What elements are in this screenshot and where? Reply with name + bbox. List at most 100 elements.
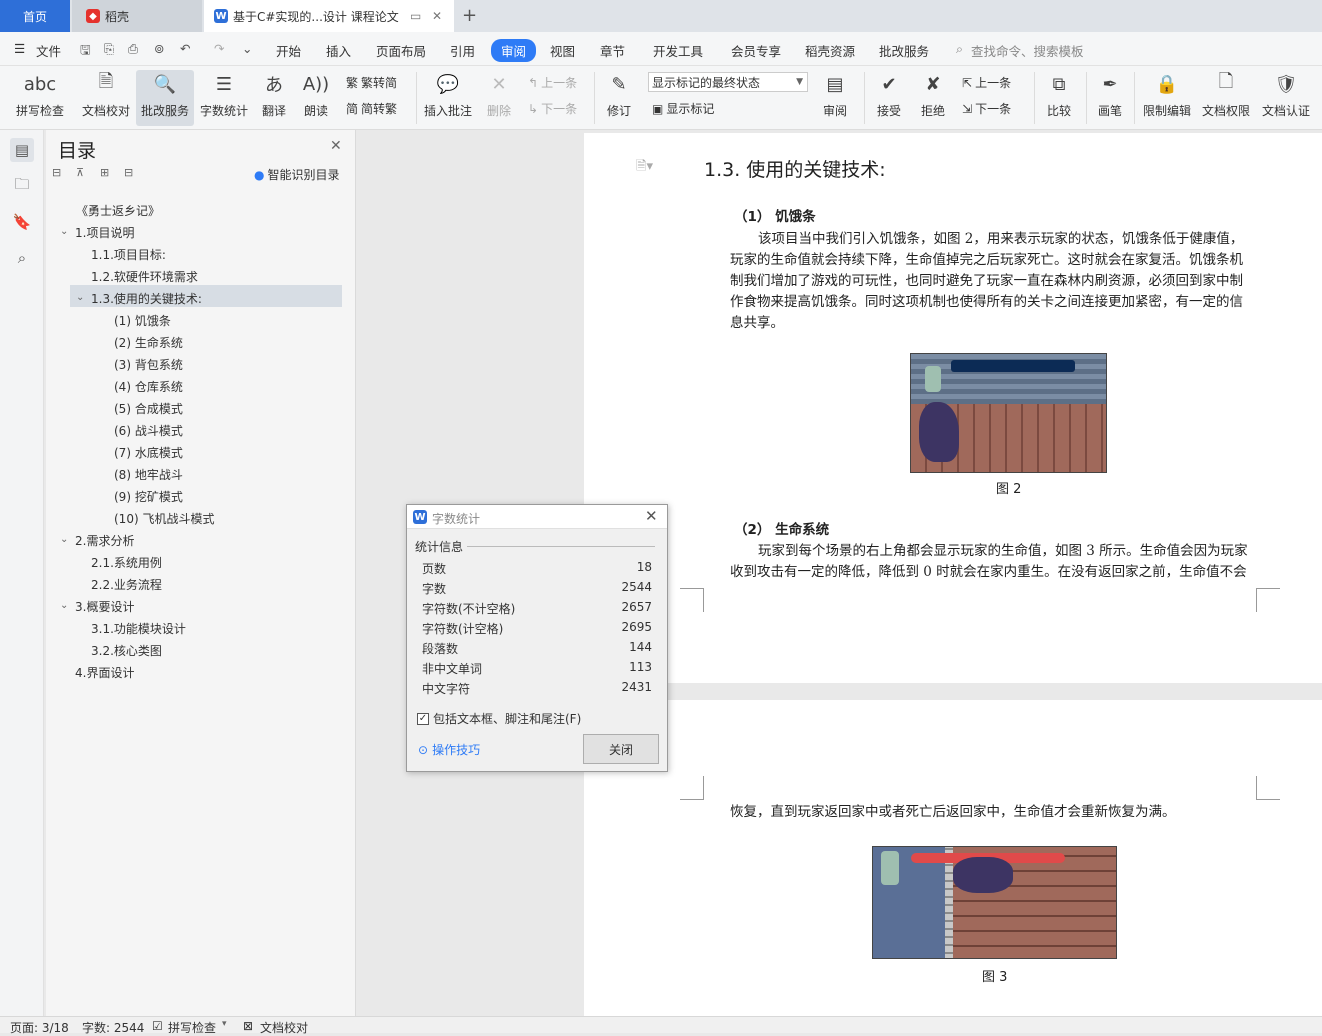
markup-state-select[interactable]: 显示标记的最终状态 ▼ bbox=[648, 72, 808, 92]
chevron-down-icon[interactable]: ▾ bbox=[222, 1019, 227, 1029]
menu-insert[interactable]: 插入 bbox=[326, 41, 351, 60]
tab-home[interactable]: 首页 bbox=[0, 0, 70, 32]
outline-item[interactable]: (1) 饥饿条 bbox=[114, 312, 171, 329]
chevron-down-icon[interactable]: ⌄ bbox=[60, 600, 68, 611]
spell-check-button[interactable]: abc 拼写检查 bbox=[8, 70, 72, 126]
smart-toc-button[interactable]: ● 智能识别目录 bbox=[254, 166, 340, 183]
print-icon[interactable]: ⎙ bbox=[128, 41, 138, 57]
prev-change-button[interactable]: ⇱ 上一条 bbox=[962, 74, 1011, 91]
close-panel-icon[interactable]: ✕ bbox=[330, 138, 342, 154]
restrict-editing-button[interactable]: 🔒 限制编辑 bbox=[1140, 70, 1194, 126]
compare-button[interactable]: ⧉ 比较 bbox=[1040, 70, 1078, 126]
outline-item[interactable]: 3.1.功能模块设计 bbox=[91, 620, 186, 637]
outline-item[interactable]: 2.1.系统用例 bbox=[91, 554, 162, 571]
expand-icon[interactable]: ⊞ bbox=[100, 166, 109, 179]
save-icon[interactable]: 🖫 bbox=[80, 41, 91, 62]
tab-daoke[interactable]: ◆ 稻壳 bbox=[72, 0, 202, 32]
customize-toolbar-icon[interactable]: ⌄ bbox=[242, 41, 252, 56]
word-count-indicator[interactable]: 字数: 2544 bbox=[82, 1019, 144, 1036]
menu-review[interactable]: 审阅 bbox=[491, 39, 537, 62]
outline-item[interactable]: (3) 背包系统 bbox=[114, 356, 183, 373]
tips-link[interactable]: ⊙ 操作技巧 bbox=[418, 741, 480, 758]
document-page[interactable]: 恢复，直到玩家返回家中或者死亡后返回家中，生命值才会重新恢复为满。 图 3 bbox=[584, 700, 1322, 1016]
proofread-status-icon[interactable]: ⊠ bbox=[243, 1019, 253, 1033]
proofread-status[interactable]: 文档校对 bbox=[260, 1019, 308, 1036]
outline-item[interactable]: 1.项目说明 bbox=[75, 224, 134, 241]
close-icon[interactable]: ✕ bbox=[645, 507, 658, 525]
paragraph-menu-icon[interactable]: 🗎▾ bbox=[636, 157, 653, 179]
menu-reference[interactable]: 引用 bbox=[450, 41, 475, 60]
close-button[interactable]: 关闭 bbox=[583, 734, 659, 764]
chapter-nav-icon[interactable]: 🗀 bbox=[10, 174, 34, 198]
outline-item[interactable]: 2.需求分析 bbox=[75, 532, 134, 549]
outline-item[interactable]: (2) 生命系统 bbox=[114, 334, 183, 351]
outline-item[interactable]: (4) 仓库系统 bbox=[114, 378, 183, 395]
bookmark-icon[interactable]: 🔖 bbox=[10, 210, 34, 234]
read-aloud-button[interactable]: A)) 朗读 bbox=[298, 70, 334, 126]
redo-icon[interactable]: ↷ bbox=[214, 41, 224, 56]
spell-check-status-icon[interactable]: ☑ bbox=[152, 1019, 163, 1033]
prev-comment-button[interactable]: ↰ 上一条 bbox=[528, 74, 577, 91]
outline-item[interactable]: (6) 战斗模式 bbox=[114, 422, 183, 439]
close-tab-icon[interactable]: ✕ bbox=[432, 9, 442, 23]
menu-dev-tools[interactable]: 开发工具 bbox=[653, 41, 703, 60]
menu-file[interactable]: 文件 bbox=[36, 41, 61, 60]
outline-item[interactable]: 3.概要设计 bbox=[75, 598, 134, 615]
new-tab-icon[interactable]: + bbox=[462, 5, 477, 26]
accept-button[interactable]: ✔ 接受 bbox=[870, 70, 908, 126]
next-change-button[interactable]: ⇲ 下一条 bbox=[962, 100, 1011, 117]
undo-icon[interactable]: ↶ bbox=[180, 41, 190, 56]
search-nav-icon[interactable]: ⌕ bbox=[10, 246, 34, 270]
correction-service-button[interactable]: 🔍 批改服务 bbox=[136, 70, 194, 126]
doc-permission-button[interactable]: 🗋 文档权限 bbox=[1198, 70, 1254, 126]
chevron-down-icon[interactable]: ⌄ bbox=[76, 292, 84, 303]
outline-nav-icon[interactable]: ▤ bbox=[10, 138, 34, 162]
reject-button[interactable]: ✘ 拒绝 bbox=[914, 70, 952, 126]
outline-item[interactable]: 1.2.软硬件环境需求 bbox=[91, 268, 198, 285]
menu-correction[interactable]: 批改服务 bbox=[879, 41, 929, 60]
tab-document[interactable]: W 基于C#实现的...设计 课程论文 ▭ ✕ bbox=[204, 0, 454, 32]
menu-page-layout[interactable]: 页面布局 bbox=[376, 41, 426, 60]
chevron-down-icon[interactable]: ⌄ bbox=[60, 534, 68, 545]
outline-item[interactable]: 4.界面设计 bbox=[75, 664, 134, 681]
spell-check-status[interactable]: 拼写检查 bbox=[168, 1019, 216, 1036]
dialog-titlebar[interactable]: W 字数统计 ✕ bbox=[407, 505, 667, 529]
menu-view[interactable]: 视图 bbox=[550, 41, 575, 60]
page-indicator[interactable]: 页面: 3/18 bbox=[10, 1019, 69, 1036]
menu-daoke-resources[interactable]: 稻壳资源 bbox=[805, 41, 855, 60]
command-search-input[interactable]: 查找命令、搜索模板 bbox=[971, 41, 1084, 60]
outline-item[interactable]: 2.2.业务流程 bbox=[91, 576, 162, 593]
doc-certify-button[interactable]: 🛡 文档认证 bbox=[1258, 70, 1314, 126]
chevron-down-icon[interactable]: ⌄ bbox=[60, 226, 68, 237]
next-comment-button[interactable]: ↳ 下一条 bbox=[528, 100, 577, 117]
outline-item[interactable]: 3.2.核心类图 bbox=[91, 642, 162, 659]
document-page[interactable]: 🗎▾ 1.3. 使用的关键技术: （1） 饥饿条 该项目当中我们引入饥饿条，如图… bbox=[584, 133, 1322, 683]
outline-item[interactable]: 《勇士返乡记》 bbox=[76, 202, 160, 219]
move-up-icon[interactable]: ⊼ bbox=[76, 166, 84, 179]
outline-item[interactable]: (5) 合成模式 bbox=[114, 400, 183, 417]
insert-comment-button[interactable]: 💬 插入批注 bbox=[422, 70, 474, 126]
simp-to-trad-button[interactable]: 简简转繁 bbox=[346, 100, 397, 117]
translate-button[interactable]: あ翻译 bbox=[254, 70, 294, 126]
menu-member[interactable]: 会员专享 bbox=[731, 41, 781, 60]
proofread-button[interactable]: 🗎 文档校对 bbox=[78, 70, 134, 126]
include-textbox-checkbox[interactable]: ✓ 包括文本框、脚注和尾注(F) bbox=[417, 710, 581, 727]
outline-item[interactable]: (9) 挖矿模式 bbox=[114, 488, 183, 505]
outline-item[interactable]: (10) 飞机战斗模式 bbox=[114, 510, 214, 527]
delete-comment-button[interactable]: ✕ 删除 bbox=[480, 70, 518, 126]
show-markup-button[interactable]: ▣ 显示标记 bbox=[652, 100, 714, 117]
outline-item-selected[interactable]: 1.3.使用的关键技术: bbox=[91, 290, 202, 307]
collapse-icon[interactable]: ⊟ bbox=[124, 166, 133, 179]
menu-start[interactable]: 开始 bbox=[276, 41, 301, 60]
outline-item[interactable]: (8) 地牢战斗 bbox=[114, 466, 183, 483]
track-changes-button[interactable]: ✎ 修订 bbox=[600, 70, 638, 126]
outline-item[interactable]: (7) 水底模式 bbox=[114, 444, 183, 461]
collapse-all-icon[interactable]: ⊟ bbox=[52, 166, 61, 179]
review-pane-button[interactable]: ▤ 审阅 bbox=[816, 70, 854, 126]
outline-item[interactable]: 1.1.项目目标: bbox=[91, 246, 166, 263]
menu-hamburger-icon[interactable]: ☰ bbox=[14, 41, 25, 56]
ink-button[interactable]: ✒ 画笔 bbox=[1092, 70, 1128, 126]
print-preview-icon[interactable]: ⊚ bbox=[154, 41, 164, 56]
menu-section[interactable]: 章节 bbox=[600, 41, 625, 60]
word-count-button[interactable]: ☰ 字数统计 bbox=[198, 70, 250, 126]
